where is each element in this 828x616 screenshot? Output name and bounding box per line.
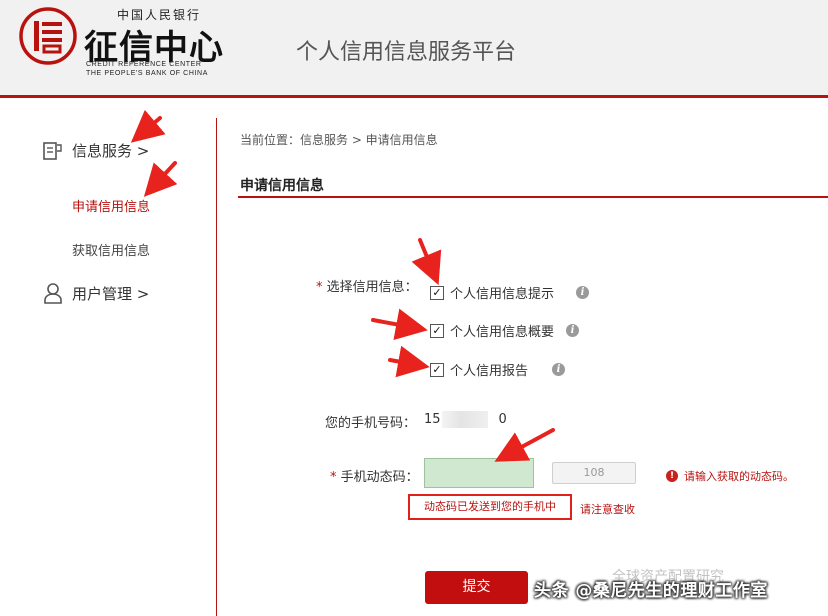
phone-suffix: 0 xyxy=(498,412,507,427)
title-divider xyxy=(238,196,828,198)
code-label: * 手机动态码： xyxy=(330,466,419,485)
info-icon[interactable]: i xyxy=(552,363,566,376)
checkbox[interactable]: ✓ xyxy=(430,285,444,300)
info-icon[interactable]: i xyxy=(566,324,580,337)
site-header: 中国人民银行 征信中心 CREDIT REFERENCE CENTER THE … xyxy=(0,0,828,95)
page-title: 申请信用信息 xyxy=(240,178,324,194)
source-watermark: 头条 @桑尼先生的理财工作室 xyxy=(534,581,768,601)
required-mark: * xyxy=(330,470,337,485)
sidebar-item-get-credit-info[interactable]: 获取信用信息 xyxy=(72,240,150,259)
code-sent-note: 请注意查收 xyxy=(580,503,635,516)
option-label: 个人信用信息提示 xyxy=(450,287,555,302)
code-sent-notice: 动态码已发送到您的手机中 xyxy=(408,494,572,520)
platform-title: 个人信用信息服务平台 xyxy=(296,40,517,65)
checkbox[interactable]: ✓ xyxy=(430,362,444,377)
error-icon: ! xyxy=(666,470,678,482)
option-label: 个人信用报告 xyxy=(450,364,529,379)
org-name-en-1: CREDIT REFERENCE CENTER xyxy=(86,61,202,68)
phone-label: 您的手机号码： xyxy=(325,416,417,431)
code-error-message: ! 请输入获取的动态码。 xyxy=(666,468,794,484)
select-info-label-text: 选择信用信息： xyxy=(326,280,418,295)
error-text: 请输入获取的动态码。 xyxy=(684,470,794,483)
arrow-icon xyxy=(411,238,442,286)
sidebar-item-label: 用户管理 > xyxy=(72,284,150,303)
sidebar-divider xyxy=(216,118,217,616)
option-credit-info-summary[interactable]: ✓ 个人信用信息概要 i xyxy=(430,321,580,340)
document-icon xyxy=(43,141,62,160)
sidebar-item-label: 信息服务 > xyxy=(72,142,150,160)
breadcrumb: 当前位置：信息服务 > 申请信用信息 xyxy=(240,133,438,147)
arrow-icon xyxy=(371,308,428,341)
sidebar xyxy=(0,98,216,616)
org-name-en-2: THE PEOPLE'S BANK OF CHINA xyxy=(86,70,208,77)
arrow-icon xyxy=(494,428,555,462)
option-label: 个人信用信息概要 xyxy=(450,325,555,340)
user-icon xyxy=(44,283,62,304)
option-credit-info-hint[interactable]: ✓ 个人信用信息提示 i xyxy=(430,283,590,302)
select-info-label: * 选择信用信息： xyxy=(316,276,418,295)
arrow-icon xyxy=(388,345,430,378)
option-credit-report[interactable]: ✓ 个人信用报告 i xyxy=(430,360,566,379)
sidebar-item-apply-credit-info[interactable]: 申请信用信息 xyxy=(72,196,150,215)
required-mark: * xyxy=(316,280,323,295)
dynamic-code-input[interactable] xyxy=(424,458,534,488)
submit-button[interactable]: 提交 xyxy=(425,571,528,604)
seal-logo-icon xyxy=(19,7,77,65)
code-label-text: 手机动态码： xyxy=(340,470,419,485)
checkbox[interactable]: ✓ xyxy=(430,323,444,338)
phone-mask-blur xyxy=(442,411,488,428)
send-code-button[interactable]: 108 xyxy=(552,462,636,484)
phone-prefix: 15 xyxy=(424,412,441,427)
info-icon[interactable]: i xyxy=(576,286,590,299)
sidebar-item-info-service[interactable]: 信息服务 > xyxy=(42,140,149,161)
sidebar-item-user-management[interactable]: 用户管理 > xyxy=(42,282,149,304)
